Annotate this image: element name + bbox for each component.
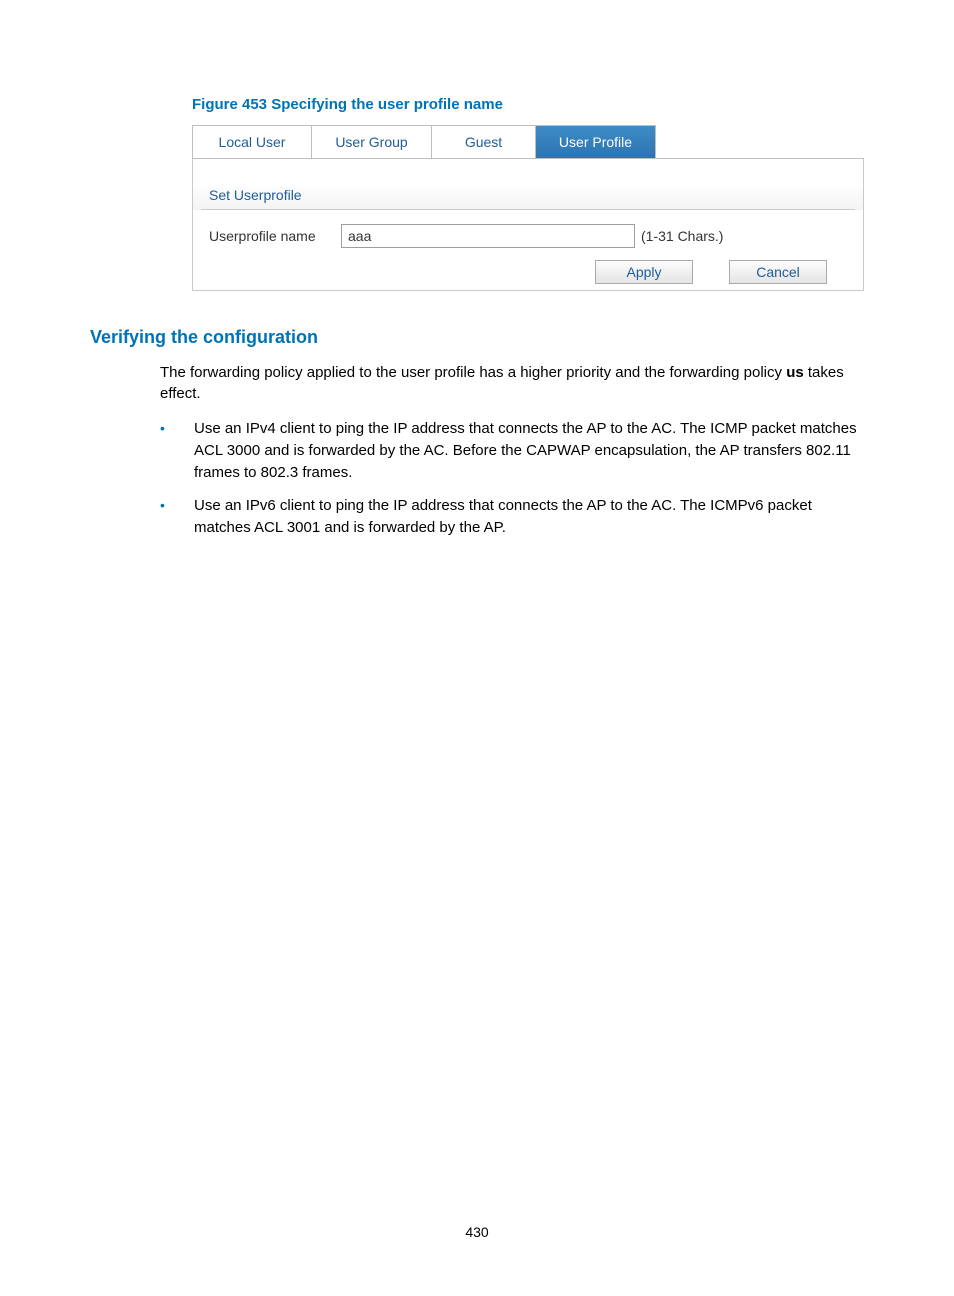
tab-guest[interactable]: Guest xyxy=(432,125,536,158)
panel: Set Userprofile Userprofile name (1-31 C… xyxy=(192,159,864,291)
list-item: Use an IPv6 client to ping the IP addres… xyxy=(194,495,864,539)
figure-caption: Figure 453 Specifying the user profile n… xyxy=(192,96,864,113)
char-hint: (1-31 Chars.) xyxy=(641,228,723,244)
para-part-b: us xyxy=(786,364,804,381)
list-item: Use an IPv4 client to ping the IP addres… xyxy=(194,418,864,483)
bullet-list: Use an IPv4 client to ping the IP addres… xyxy=(194,418,864,539)
para-part-a: The forwarding policy applied to the use… xyxy=(160,364,786,381)
section-title: Set Userprofile xyxy=(201,187,855,210)
tab-local-user[interactable]: Local User xyxy=(192,125,312,158)
tabs: Local User User Group Guest User Profile xyxy=(192,125,864,159)
tab-user-group[interactable]: User Group xyxy=(312,125,432,158)
apply-button[interactable]: Apply xyxy=(595,260,693,284)
tab-user-profile[interactable]: User Profile xyxy=(536,125,656,158)
page-content: Figure 453 Specifying the user profile n… xyxy=(0,0,954,539)
userprofile-name-input[interactable] xyxy=(341,224,635,248)
form-row: Userprofile name (1-31 Chars.) xyxy=(201,224,855,248)
cancel-button[interactable]: Cancel xyxy=(729,260,827,284)
button-row: Apply Cancel xyxy=(201,260,855,284)
section-heading: Verifying the configuration xyxy=(90,327,864,348)
figure-box: Local User User Group Guest User Profile… xyxy=(192,125,864,291)
page-number: 430 xyxy=(0,1224,954,1240)
userprofile-name-label: Userprofile name xyxy=(201,228,341,244)
intro-paragraph: The forwarding policy applied to the use… xyxy=(160,362,864,404)
